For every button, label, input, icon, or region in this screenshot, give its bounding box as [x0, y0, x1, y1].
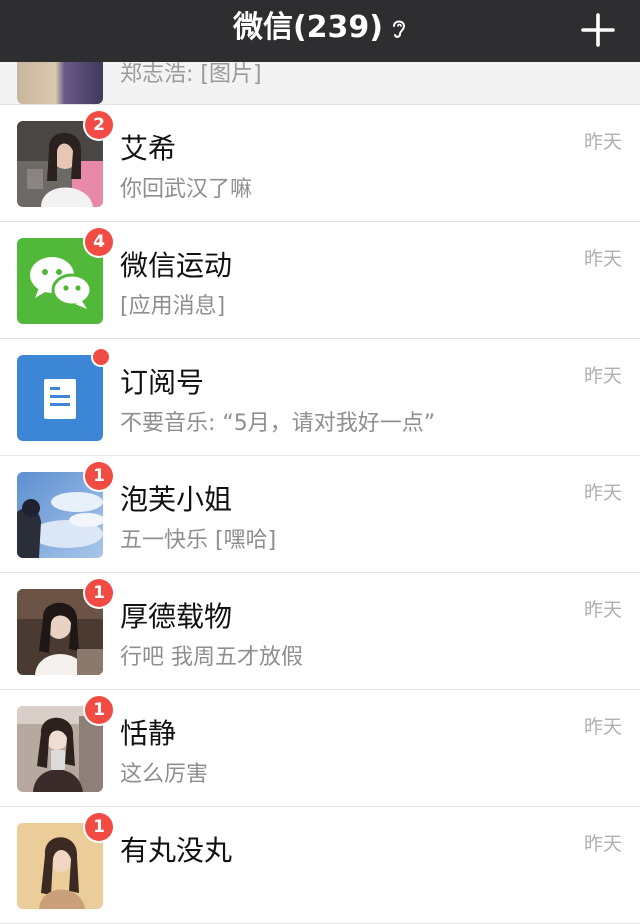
unread-badge: 4: [85, 228, 113, 256]
chat-row[interactable]: 1 厚德载物 行吧 我周五才放假 昨天: [0, 573, 640, 690]
page-title: 微信(239): [0, 8, 640, 48]
chat-name: 厚德载物: [120, 600, 233, 633]
unread-badge: 1: [85, 813, 113, 841]
top-navigation-bar: 微信(239): [0, 0, 640, 62]
avatar: [17, 62, 103, 104]
chat-time: 昨天: [583, 365, 622, 387]
chat-preview: 五一快乐 [嘿哈]: [120, 528, 277, 553]
unread-badge: 1: [85, 462, 113, 490]
plus-icon: [581, 13, 615, 47]
chat-name: 泡芙小姐: [120, 483, 233, 516]
chat-name: 有丸没丸: [120, 834, 233, 867]
chat-preview: 你回武汉了嘛: [120, 177, 253, 202]
chat-preview: 行吧 我周五才放假: [120, 645, 303, 670]
chat-time: 昨天: [583, 833, 622, 855]
unread-dot: [93, 349, 109, 365]
unread-badge: 1: [85, 696, 113, 724]
chat-row[interactable]: 1 泡芙小姐 五一快乐 [嘿哈] 昨天: [0, 456, 640, 573]
chat-time: 昨天: [583, 599, 622, 621]
ear-icon: [391, 10, 407, 38]
chat-name: 艾希: [120, 132, 177, 165]
chat-time: 昨天: [583, 248, 622, 270]
avatar: [17, 355, 103, 441]
chat-name: 微信运动: [120, 249, 233, 282]
document-icon: [44, 379, 76, 419]
chat-time: 昨天: [583, 482, 622, 504]
chat-row[interactable]: 4 微信运动 [应用消息] 昨天: [0, 222, 640, 339]
chat-row[interactable]: 2 艾希 你回武汉了嘛 昨天: [0, 105, 640, 222]
chat-time: 昨天: [583, 716, 622, 738]
chat-time: 昨天: [583, 131, 622, 153]
chat-list: 2 艾希 你回武汉了嘛 昨天 4 微信运动 [应用消息] 昨天 订阅号 不要音乐…: [0, 105, 640, 924]
chat-row[interactable]: 1 恬静 这么厉害 昨天: [0, 690, 640, 807]
page-title-text: 微信(239): [232, 10, 384, 45]
unread-badge: 2: [85, 111, 113, 139]
chat-preview: 不要音乐: “5月，请对我好一点”: [120, 411, 436, 436]
chat-name: 恬静: [120, 717, 177, 750]
chat-row[interactable]: 订阅号 不要音乐: “5月，请对我好一点” 昨天: [0, 339, 640, 456]
chat-row[interactable]: 1 有丸没丸 昨天: [0, 807, 640, 924]
chat-row-partial[interactable]: 郑志浩: [图片]: [0, 62, 640, 105]
chat-preview: 郑志浩: [图片]: [120, 62, 262, 87]
add-button[interactable]: [580, 12, 616, 48]
chat-name: 订阅号: [120, 366, 205, 399]
chat-preview: 这么厉害: [120, 762, 209, 787]
unread-badge: 1: [85, 579, 113, 607]
chat-preview: [应用消息]: [120, 294, 226, 319]
